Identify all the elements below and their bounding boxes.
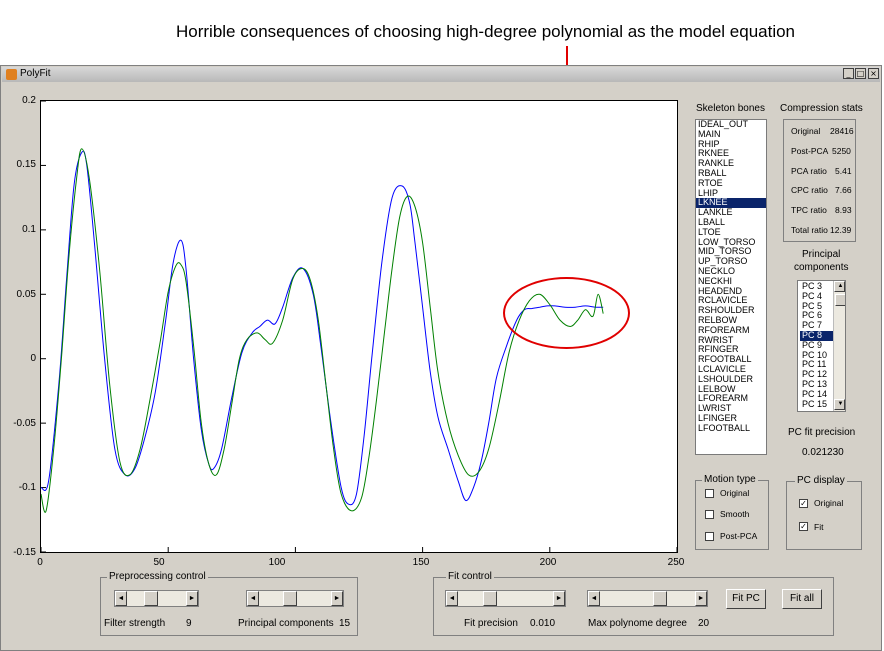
pc-original-checkbox-label: Original [814,498,844,508]
original-checkbox[interactable] [705,489,714,498]
smooth-checkbox[interactable] [705,510,714,519]
pc-list-scrollbar[interactable]: ▲ ▼ [833,281,845,411]
filter-strength-label: Filter strength [104,618,166,629]
y-tick-label: 0.2 [22,95,36,106]
stat-value: 8.93 [835,205,852,215]
preprocessing-control-title: Preprocessing control [107,571,208,582]
stat-label: Post-PCA [791,146,829,156]
post-pca-checkbox[interactable] [705,532,714,541]
y-tick-label: 0.05 [16,289,36,300]
x-tick-label: 200 [539,557,557,568]
filter-strength-value: 9 [186,618,192,629]
skeleton-bones-listbox[interactable]: IDEAL_OUT MAIN RHIP RKNEE RANKLE RBALL RTOE LHI… [695,119,767,455]
max-degree-slider[interactable]: ◄ ► [587,590,708,607]
slider-thumb[interactable] [144,591,158,606]
principal-components-slider[interactable]: ◄ ► [246,590,344,607]
slider-left-arrow[interactable]: ◄ [247,591,259,606]
slider-thumb[interactable] [483,591,497,606]
fit-pc-button[interactable]: Fit PC [726,589,766,609]
motion-type-panel: Motion type Original Smooth Post-PCA [695,474,769,550]
motion-type-title: Motion type [702,474,758,485]
maximize-button[interactable]: □ [855,68,866,79]
pc-fit-precision-value: 0.021230 [802,447,844,458]
slider-thumb[interactable] [653,591,667,606]
principal-components-value: 15 [339,618,351,629]
slider-thumb[interactable] [283,591,297,606]
filter-strength-slider[interactable]: ◄ ► [114,590,199,607]
stat-value: 28416 [830,126,854,136]
x-tick-label: 100 [268,557,286,568]
x-tick-label: 150 [412,557,430,568]
fit-checkbox[interactable]: ✓ [799,522,808,531]
slider-right-arrow[interactable]: ► [331,591,343,606]
caption-text: Horrible consequences of choosing high-d… [176,22,796,41]
pc-listbox[interactable]: PC 3 PC 4 PC 5 PC 6 PC 7 PC 8 PC 9 PC 10 PC 11 PC… [797,280,846,412]
y-tick-label: 0.1 [22,224,36,235]
max-degree-value: 20 [698,618,710,629]
slider-right-arrow[interactable]: ► [695,591,707,606]
fit-all-button[interactable]: Fit all [782,589,822,609]
pc-fit-precision-label: PC fit precision [788,427,856,438]
fit-precision-label: Fit precision [464,618,518,629]
stat-label: PCA ratio [791,166,827,176]
principal-label-line1: Principal [802,249,841,260]
stat-value: 12.39 [830,225,852,235]
stat-label: Total ratio [791,225,828,235]
compression-stats-label: Compression stats [780,103,863,114]
post-pca-checkbox-label: Post-PCA [720,531,758,541]
fit-precision-slider[interactable]: ◄ ► [445,590,566,607]
slider-left-arrow[interactable]: ◄ [588,591,600,606]
principal-label-line2: components [794,262,849,273]
stat-value: 5.41 [835,166,852,176]
fit-control-title: Fit control [446,571,494,582]
scroll-down-arrow[interactable]: ▼ [834,399,845,410]
slider-left-arrow[interactable]: ◄ [446,591,458,606]
pc-display-title: PC display [795,475,847,486]
x-tick-label: 50 [153,557,165,568]
pc-list-item[interactable]: PC 15 [800,399,835,410]
window-title: PolyFit [20,68,51,79]
fit-control-panel: Fit control ◄ ► Fit precision 0.010 ◄ ► … [433,571,834,636]
y-tick-label: -0.1 [18,482,36,493]
preprocessing-control-panel: Preprocessing control ◄ ► Filter strengt… [100,571,358,636]
stat-label: TPC ratio [791,205,827,215]
pc-original-checkbox[interactable]: ✓ [799,499,808,508]
stat-label: CPC ratio [791,185,828,195]
max-degree-label: Max polynome degree [588,618,687,629]
scroll-up-arrow[interactable]: ▲ [834,281,845,292]
skeleton-bones-label: Skeleton bones [696,103,765,114]
close-button[interactable]: × [868,68,879,79]
slider-right-arrow[interactable]: ► [553,591,565,606]
scroll-thumb[interactable] [835,294,845,306]
y-tick-label: 0.15 [16,159,36,170]
fit-checkbox-label: Fit [814,522,824,532]
principal-components-label: Principal components [238,618,334,629]
y-tick-label: 0 [30,353,36,364]
y-tick-label: -0.05 [13,418,36,429]
minimize-button[interactable]: _ [843,68,854,79]
bone-list-item[interactable]: LFOOTBALL [696,423,766,434]
x-tick-label: 250 [667,557,685,568]
pc-display-panel: PC display ✓ Original ✓ Fit [786,475,862,550]
title-bar[interactable]: PolyFit _ □ × [2,67,880,82]
slider-left-arrow[interactable]: ◄ [115,591,127,606]
matlab-icon [6,69,17,80]
stat-value: 5250 [832,146,851,156]
compression-stats-box: Original 28416 Post-PCA 5250 PCA ratio 5… [783,119,856,242]
x-tick-label: 0 [37,557,43,568]
stat-value: 7.66 [835,185,852,195]
fit-precision-value: 0.010 [530,618,556,629]
slider-right-arrow[interactable]: ► [186,591,198,606]
original-checkbox-label: Original [720,488,750,498]
annotation-ellipse [503,276,631,349]
stat-label: Original [791,126,821,136]
smooth-checkbox-label: Smooth [720,509,750,519]
